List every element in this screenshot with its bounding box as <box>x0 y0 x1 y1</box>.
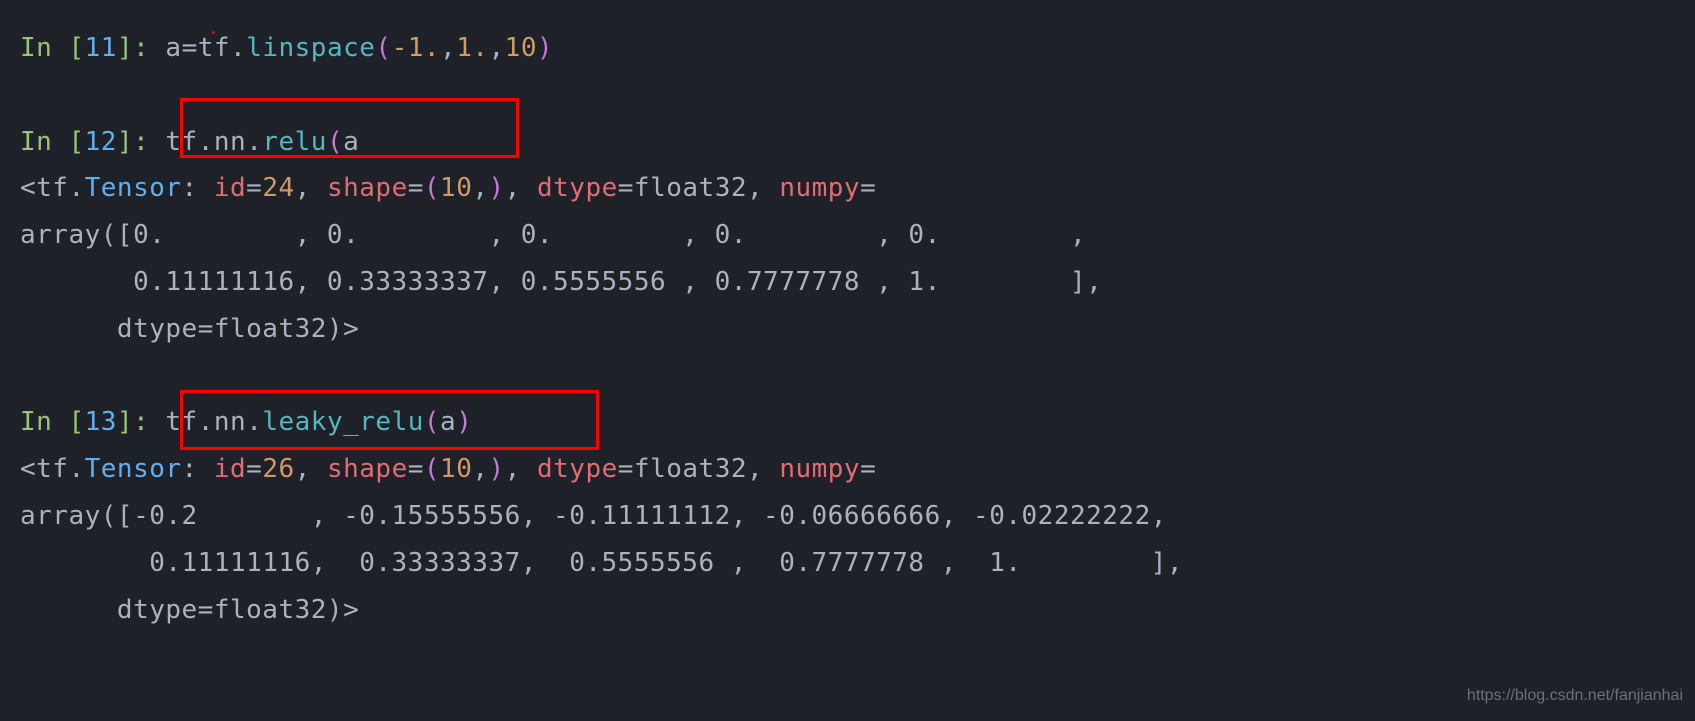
relu-func: relu <box>262 127 327 157</box>
linspace-func: linspace <box>246 33 375 63</box>
arg-1: 1. <box>456 33 488 63</box>
comma: , <box>440 33 456 63</box>
var-a: a <box>165 33 181 63</box>
prompt-in: In [ <box>20 407 85 437</box>
arg-a: a <box>343 127 359 157</box>
output-13-line4: dtype=float32)> <box>20 587 1675 634</box>
output-13-line2: array([-0.2 , -0.15555556, -0.11111112, … <box>20 493 1675 540</box>
dot: . <box>198 407 214 437</box>
cursor-dot: . <box>208 13 219 45</box>
arg-neg1: -1. <box>392 33 440 63</box>
prompt-number: 13 <box>85 407 117 437</box>
input-cell-11[interactable]: In [11]: a=tf.linspace(-1.,1.,10) <box>20 25 1675 72</box>
input-cell-12[interactable]: In [12]: tf.nn.relu(a <box>20 119 1675 166</box>
output-13-line3: 0.11111116, 0.33333337, 0.5555556 , 0.77… <box>20 540 1675 587</box>
output-13-line1: <tf.Tensor: id=26, shape=(10,), dtype=fl… <box>20 446 1675 493</box>
arg-10: 10 <box>505 33 537 63</box>
prompt-end: ]: <box>117 127 165 157</box>
close-paren: ) <box>537 33 553 63</box>
open-paren: ( <box>327 127 343 157</box>
output-12-line1: <tf.Tensor: id=24, shape=(10,), dtype=fl… <box>20 165 1675 212</box>
output-12-line4: dtype=float32)> <box>20 306 1675 353</box>
dot: . <box>246 127 262 157</box>
prompt-in: In [ <box>20 127 85 157</box>
equals-op: = <box>182 33 198 63</box>
leaky-relu-func: leaky_relu <box>262 407 424 437</box>
close-paren: ) <box>456 407 472 437</box>
tf-module: tf <box>165 127 197 157</box>
nn-module: nn <box>214 407 246 437</box>
dot: . <box>230 33 246 63</box>
comma: , <box>489 33 505 63</box>
dot: . <box>246 407 262 437</box>
dot: . <box>198 127 214 157</box>
blank-line <box>20 353 1675 400</box>
prompt-in: In [ <box>20 33 85 63</box>
prompt-number: 12 <box>85 127 117 157</box>
open-paren: ( <box>375 33 391 63</box>
watermark: https://blog.csdn.net/fanjianhai <box>1467 682 1683 711</box>
output-12-line2: array([0. , 0. , 0. , 0. , 0. , <box>20 212 1675 259</box>
blank-line <box>20 72 1675 119</box>
open-paren: ( <box>424 407 440 437</box>
prompt-number: 11 <box>85 33 117 63</box>
input-cell-13[interactable]: In [13]: tf.nn.leaky_relu(a) <box>20 399 1675 446</box>
arg-a: a <box>440 407 456 437</box>
tf-module: tf <box>165 407 197 437</box>
nn-module: nn <box>214 127 246 157</box>
prompt-end: ]: <box>117 33 165 63</box>
output-12-line3: 0.11111116, 0.33333337, 0.5555556 , 0.77… <box>20 259 1675 306</box>
prompt-end: ]: <box>117 407 165 437</box>
